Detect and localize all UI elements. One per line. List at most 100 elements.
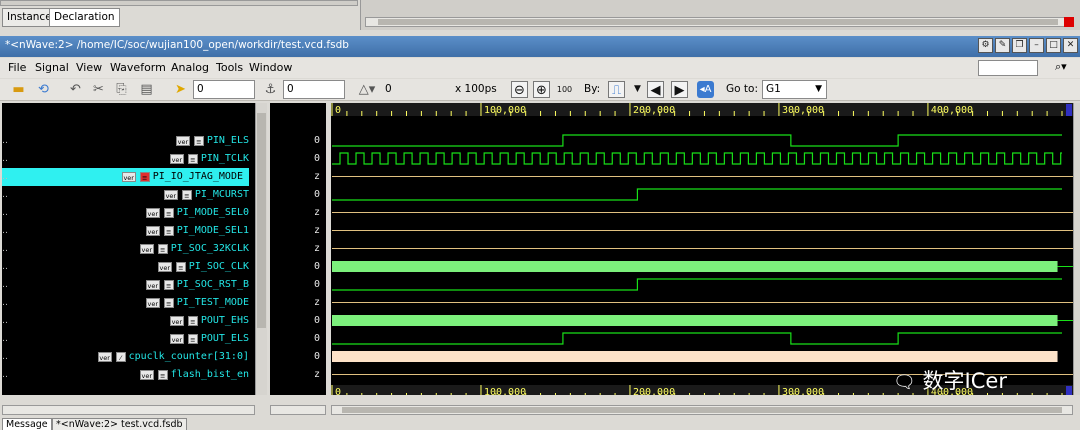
ver-badge: ver — [169, 154, 184, 164]
search-icon[interactable]: ⌕▾ — [1055, 60, 1077, 76]
signal-icon: ≡ — [139, 172, 150, 182]
dropdown-arrow-icon[interactable]: ▼ — [629, 81, 646, 98]
marker-time-input[interactable]: 0 — [283, 80, 345, 99]
signal-value: 0 — [313, 333, 320, 344]
signal-icon: ≡ — [175, 262, 186, 272]
value-hscroll[interactable] — [270, 405, 326, 415]
signal-value: 0 — [313, 279, 320, 290]
minimize-icon[interactable]: – — [1029, 38, 1044, 53]
prev-icon[interactable]: ◀ — [647, 81, 664, 98]
signal-name[interactable]: PI_MODE_SEL1 — [177, 225, 249, 236]
tab-declaration[interactable]: Declaration — [49, 8, 120, 27]
next-icon[interactable]: ▶ — [671, 81, 688, 98]
tree-connector: ‥ — [2, 298, 9, 308]
ver-badge: ver — [157, 262, 172, 272]
signal-row[interactable]: ‥ PI_TEST_MODE ≡ ver — [2, 294, 255, 312]
menu-signal[interactable]: Signal — [35, 61, 69, 74]
menu-window[interactable]: Window — [249, 61, 292, 74]
declaration-hscroll[interactable] — [365, 17, 1065, 27]
cursor-time-input[interactable]: 0 — [193, 80, 255, 99]
undo-icon[interactable]: ↶ — [67, 81, 84, 98]
bus-icon: ⁄ — [115, 352, 126, 362]
goto-select[interactable]: G1 ▼ — [762, 80, 827, 99]
ruler-label: 0 — [335, 387, 341, 395]
signal-row[interactable]: ‥ PI_MCURST ≡ ver — [2, 186, 255, 204]
waveform-vscroll[interactable] — [1073, 103, 1080, 395]
search-by-icon[interactable]: ⎍ — [608, 81, 625, 98]
signal-row[interactable]: ‥ PI_SOC_CLK ≡ ver — [2, 258, 255, 276]
signal-name[interactable]: PIN_ELS — [207, 135, 249, 146]
signal-row[interactable]: ‥ POUT_ELS ≡ ver — [2, 330, 255, 348]
time-unit-label: x 100ps — [455, 83, 497, 95]
pin-icon[interactable]: ✎ — [995, 38, 1010, 53]
signal-name[interactable]: cpuclk_counter[31:0] — [129, 351, 249, 362]
signal-name[interactable]: PI_MCURST — [195, 189, 249, 200]
waveform-pane[interactable]: 0 100,000 200,000 300,000 400,000 0 100,000 200… — [331, 103, 1073, 395]
marker-icon[interactable]: ⚓ — [262, 81, 279, 98]
signal-row[interactable]: ‥ PI_IO_JTAG_MODE ≡ ver — [2, 168, 249, 186]
open-folder-icon[interactable]: ▬ — [10, 81, 27, 98]
signal-pane-vscroll[interactable] — [255, 103, 267, 395]
search-input[interactable] — [978, 60, 1038, 76]
tree-connector: ‥ — [2, 154, 9, 164]
signal-name-pane[interactable]: ‥ PIN_ELS ≡ ver ‥ PIN_TCLK ≡ ver ‥ PI_IO_JTAG_MOD… — [2, 103, 255, 395]
zoom-out-icon[interactable]: ⊖ — [511, 81, 528, 98]
ver-badge: ver — [145, 280, 160, 290]
cursor-icon[interactable]: ➤ — [172, 81, 189, 98]
signal-hscroll[interactable] — [2, 405, 255, 415]
settings-icon[interactable]: ⚙ — [978, 38, 993, 53]
signal-name[interactable]: PI_MODE_SEL0 — [177, 207, 249, 218]
tab-message[interactable]: Message — [2, 418, 52, 430]
paste-icon[interactable]: ▤ — [138, 81, 155, 98]
zoom-in-icon[interactable]: ⊕ — [533, 81, 550, 98]
signal-name[interactable]: POUT_EHS — [201, 315, 249, 326]
signal-value: 0 — [313, 189, 320, 200]
clock-trace — [332, 152, 1062, 165]
waveform-hscroll[interactable] — [331, 405, 1073, 415]
zoom-fit-icon[interactable]: 100 — [556, 81, 573, 98]
signal-name[interactable]: POUT_ELS — [201, 333, 249, 344]
signal-name[interactable]: PIN_TCLK — [201, 153, 249, 164]
menu-view[interactable]: View — [76, 61, 102, 74]
copy-icon[interactable]: ⎘ — [113, 81, 130, 98]
delta-icon[interactable]: △▾ — [352, 81, 382, 98]
signal-row[interactable]: ‥ PIN_TCLK ≡ ver — [2, 150, 255, 168]
ver-badge: ver — [139, 370, 154, 380]
restore-icon[interactable]: ❐ — [1012, 38, 1027, 53]
signal-row[interactable]: ‥ PI_SOC_RST_B ≡ ver — [2, 276, 255, 294]
tab-nwave-file[interactable]: *<nWave:2> test.vcd.fsdb — [52, 418, 187, 430]
menu-file[interactable]: File — [8, 61, 26, 74]
cut-icon[interactable]: ✂ — [90, 81, 107, 98]
signal-name[interactable]: PI_SOC_RST_B — [177, 279, 249, 290]
signal-name[interactable]: PI_TEST_MODE — [177, 297, 249, 308]
menu-analog[interactable]: Analog — [171, 61, 209, 74]
signal-name[interactable]: flash_bist_en — [171, 369, 249, 380]
signal-icon: ≡ — [187, 334, 198, 344]
watermark: 🗨 数字ICer — [893, 365, 1073, 395]
menu-tools[interactable]: Tools — [216, 61, 243, 74]
signal-row[interactable]: ‥ PI_SOC_32KCLK ≡ ver — [2, 240, 255, 258]
menu-waveform[interactable]: Waveform — [110, 61, 166, 74]
tree-connector: ‥ — [2, 370, 9, 380]
declaration-panel — [360, 0, 1080, 30]
signal-value: 0 — [313, 351, 320, 362]
signal-row[interactable]: ‥ PI_MODE_SEL1 ≡ ver — [2, 222, 255, 240]
signal-row[interactable]: ‥ cpuclk_counter[31:0] ⁄ ver — [2, 348, 255, 366]
maximize-icon[interactable]: □ — [1046, 38, 1061, 53]
value-pane[interactable]: 00z0zzz00z000z — [270, 103, 326, 395]
signal-name[interactable]: PI_SOC_32KCLK — [171, 243, 249, 254]
signal-row[interactable]: ‥ PIN_ELS ≡ ver — [2, 132, 255, 150]
marker-a-icon[interactable]: ◂A — [697, 81, 714, 98]
signal-icon: ≡ — [187, 154, 198, 164]
waveform-canvas[interactable]: 0 100,000 200,000 300,000 400,000 0 100,000 200… — [331, 103, 1073, 395]
reload-icon[interactable]: ⟲ — [35, 81, 52, 98]
signal-name[interactable]: PI_IO_JTAG_MODE — [153, 171, 243, 182]
signal-row[interactable]: ‥ PI_MODE_SEL0 ≡ ver — [2, 204, 255, 222]
signal-row[interactable]: ‥ POUT_EHS ≡ ver — [2, 312, 255, 330]
ver-badge: ver — [97, 352, 112, 362]
hierarchy-scrollbar[interactable] — [0, 0, 358, 6]
signal-name[interactable]: PI_SOC_CLK — [189, 261, 249, 272]
close-icon[interactable]: ✕ — [1063, 38, 1078, 53]
ruler-label: 300,000 — [782, 105, 824, 116]
signal-row[interactable]: ‥ flash_bist_en ≡ ver — [2, 366, 255, 384]
